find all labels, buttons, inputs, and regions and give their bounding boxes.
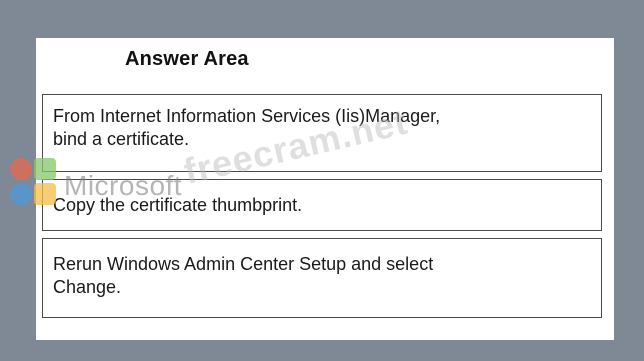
answer-area-title: Answer Area xyxy=(125,48,249,70)
logo-red-square xyxy=(10,158,32,180)
answer-item-3[interactable]: Rerun Windows Admin Center Setup and sel… xyxy=(42,238,602,318)
microsoft-logo-icon xyxy=(10,158,58,208)
answer-item-3-line-1: Rerun Windows Admin Center Setup and sel… xyxy=(53,254,434,274)
logo-yellow-square xyxy=(34,183,56,205)
microsoft-watermark: Microsoft xyxy=(64,170,183,201)
logo-blue-square xyxy=(10,183,32,205)
answer-item-3-line-2: Change. xyxy=(53,277,122,297)
logo-green-square xyxy=(34,158,56,180)
